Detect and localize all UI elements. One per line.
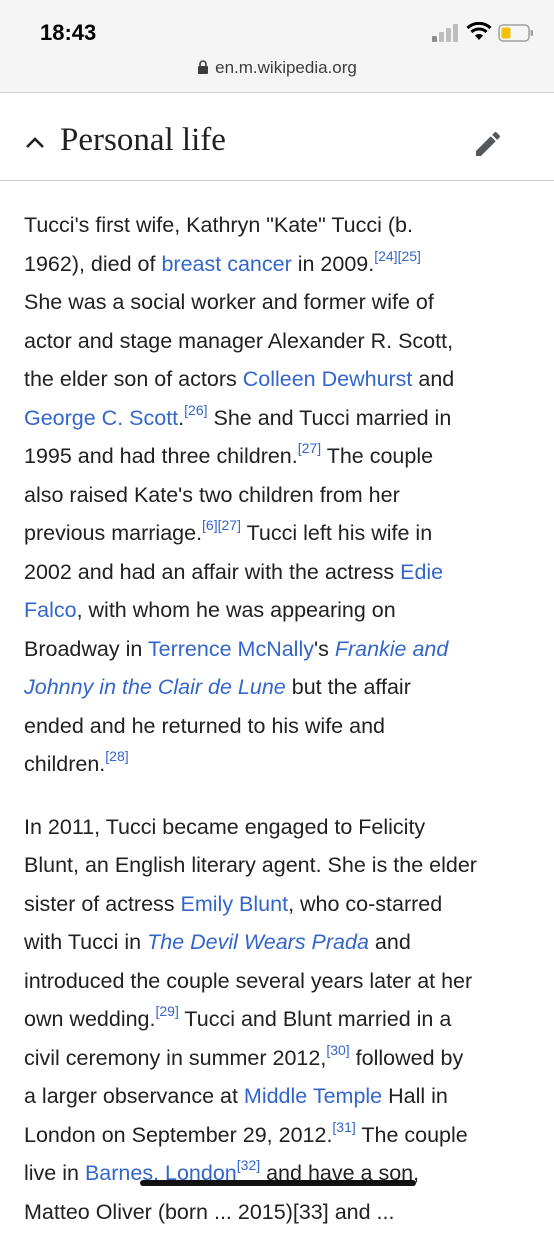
text-line: 1962), died of breast cancer in 2009.[24…: [24, 245, 536, 284]
text: a larger observance at: [24, 1084, 244, 1108]
text: The couple: [355, 1122, 468, 1147]
ref-27[interactable]: [27]: [298, 440, 321, 456]
text-line: London on September 29, 2012.[31] The co…: [24, 1116, 536, 1155]
section-title: Personal life: [60, 122, 226, 158]
text-line: children.[28]: [24, 745, 536, 784]
edit-icon[interactable]: [472, 128, 504, 160]
text: with Tucci in: [24, 930, 148, 954]
text: in 2009.: [291, 251, 375, 276]
text-line: Matteo Oliver (born ... 2015)[33] and ..…: [24, 1199, 395, 1224]
link-middle-temple[interactable]: Middle Temple: [244, 1084, 382, 1108]
ref-6[interactable]: [6]: [202, 517, 218, 533]
ref-28[interactable]: [28]: [105, 748, 128, 764]
text: The couple: [321, 444, 434, 468]
text-line: 1995 and had three children.[27] The cou…: [24, 437, 536, 476]
link-terrence-mcnally[interactable]: Terrence McNally: [148, 637, 314, 661]
link-frankie-and-johnny[interactable]: Frankie and: [335, 637, 449, 661]
text-line: civil ceremony in summer 2012,[30] follo…: [24, 1039, 536, 1078]
text-line: actor and stage manager Alexander R. Sco…: [24, 328, 454, 353]
section-header[interactable]: Personal life: [0, 110, 554, 181]
url-text: en.m.wikipedia.org: [215, 58, 357, 77]
ref-29[interactable]: [29]: [155, 1003, 178, 1019]
link-frankie-and-johnny[interactable]: Johnny in the Clair de Lune: [24, 675, 286, 699]
text: the elder son of actors: [24, 367, 243, 391]
home-indicator[interactable]: [140, 1180, 416, 1186]
text: Tucci left his wife in: [240, 521, 433, 545]
link-edie-falco[interactable]: Falco: [24, 598, 77, 622]
text: , with whom he was appearing on: [76, 598, 396, 622]
ref-31[interactable]: [31]: [332, 1119, 355, 1135]
text: children.: [24, 752, 106, 776]
text-line: George C. Scott.[26] She and Tucci marri…: [24, 399, 536, 438]
ref-24[interactable]: [24]: [374, 248, 397, 264]
ref-25[interactable]: [25]: [398, 248, 421, 264]
text: 's: [313, 636, 335, 661]
text: and: [412, 367, 455, 391]
text: She and Tucci married in: [207, 405, 452, 430]
link-breast-cancer[interactable]: breast cancer: [161, 252, 291, 276]
text: London on September 29, 2012.: [24, 1122, 333, 1147]
text-line: She was a social worker and former wife …: [24, 290, 434, 314]
text-line: Falco, with whom he was appearing on: [24, 591, 536, 630]
text: live in: [24, 1161, 85, 1185]
text-line: own wedding.[29] Tucci and Blunt married…: [24, 1000, 536, 1039]
text: sister of actress: [24, 891, 181, 916]
signal-icon: [432, 24, 458, 42]
link-devil-wears-prada[interactable]: The Devil Wears Prada: [147, 930, 369, 954]
battery-icon: [498, 24, 533, 42]
text: Tucci and Blunt married in a: [178, 1007, 452, 1031]
article-content: Tucci's first wife, Kathryn "Kate" Tucci…: [24, 206, 536, 1255]
link-emily-blunt[interactable]: Emily Blunt: [181, 892, 289, 916]
text: , who co-starred: [288, 891, 443, 916]
text-line: also raised Kate's two children from her: [24, 482, 400, 507]
text-line: Blunt, an English literary agent. She is…: [24, 853, 477, 877]
status-bar: 18:43 en.m.wikipedia.org: [0, 0, 554, 93]
text: 2002 and had an affair with the actress: [24, 559, 401, 584]
text: Broadway in: [24, 636, 148, 661]
paragraph-1: Tucci's first wife, Kathryn "Kate" Tucci…: [24, 206, 536, 784]
paragraph-2: In 2011, Tucci became engaged to Felicit…: [24, 808, 536, 1232]
address-bar[interactable]: en.m.wikipedia.org: [0, 58, 554, 78]
link-edie-falco[interactable]: Edie: [400, 560, 443, 584]
text: and: [368, 930, 411, 954]
link-colleen-dewhurst[interactable]: Colleen Dewhurst: [243, 367, 413, 391]
text-line: Johnny in the Clair de Lune but the affa…: [24, 668, 536, 707]
ref-32[interactable]: [32]: [237, 1157, 260, 1173]
text-line: live in Barnes, London[32] and have a so…: [24, 1154, 536, 1193]
text: 1962), died of: [24, 251, 162, 276]
lock-icon: [198, 60, 209, 74]
text: followed by: [349, 1045, 464, 1070]
ref-27[interactable]: [27]: [218, 517, 241, 533]
link-george-c-scott[interactable]: George C. Scott: [24, 406, 178, 430]
text: but the affair: [285, 675, 411, 699]
text-line: a larger observance at Middle Temple Hal…: [24, 1077, 536, 1116]
text-line: with Tucci in The Devil Wears Prada and: [24, 923, 536, 962]
text-line: ended and he returned to his wife and: [24, 713, 385, 738]
status-time: 18:43: [40, 20, 97, 45]
text-line: the elder son of actors Colleen Dewhurst…: [24, 360, 536, 399]
ref-26[interactable]: [26]: [184, 402, 207, 418]
text: Hall in: [382, 1084, 448, 1108]
chevron-up-icon[interactable]: [24, 132, 46, 154]
text: 1995 and had three children.: [24, 444, 298, 468]
ref-30[interactable]: [30]: [326, 1042, 349, 1058]
text: own wedding.: [24, 1007, 156, 1031]
wifi-icon: [466, 22, 492, 40]
text-line: Tucci's first wife, Kathryn "Kate" Tucci…: [24, 213, 413, 237]
text-line: introduced the couple several years late…: [24, 968, 473, 993]
text-line: sister of actress Emily Blunt, who co-st…: [24, 885, 536, 924]
text-line: 2002 and had an affair with the actress …: [24, 553, 536, 592]
text-line: Broadway in Terrence McNally's Frankie a…: [24, 630, 536, 669]
text-line: previous marriage.[6][27] Tucci left his…: [24, 514, 536, 553]
text: previous marriage.: [24, 521, 203, 545]
text: civil ceremony in summer 2012,: [24, 1045, 327, 1070]
text-line: In 2011, Tucci became engaged to Felicit…: [24, 814, 426, 839]
